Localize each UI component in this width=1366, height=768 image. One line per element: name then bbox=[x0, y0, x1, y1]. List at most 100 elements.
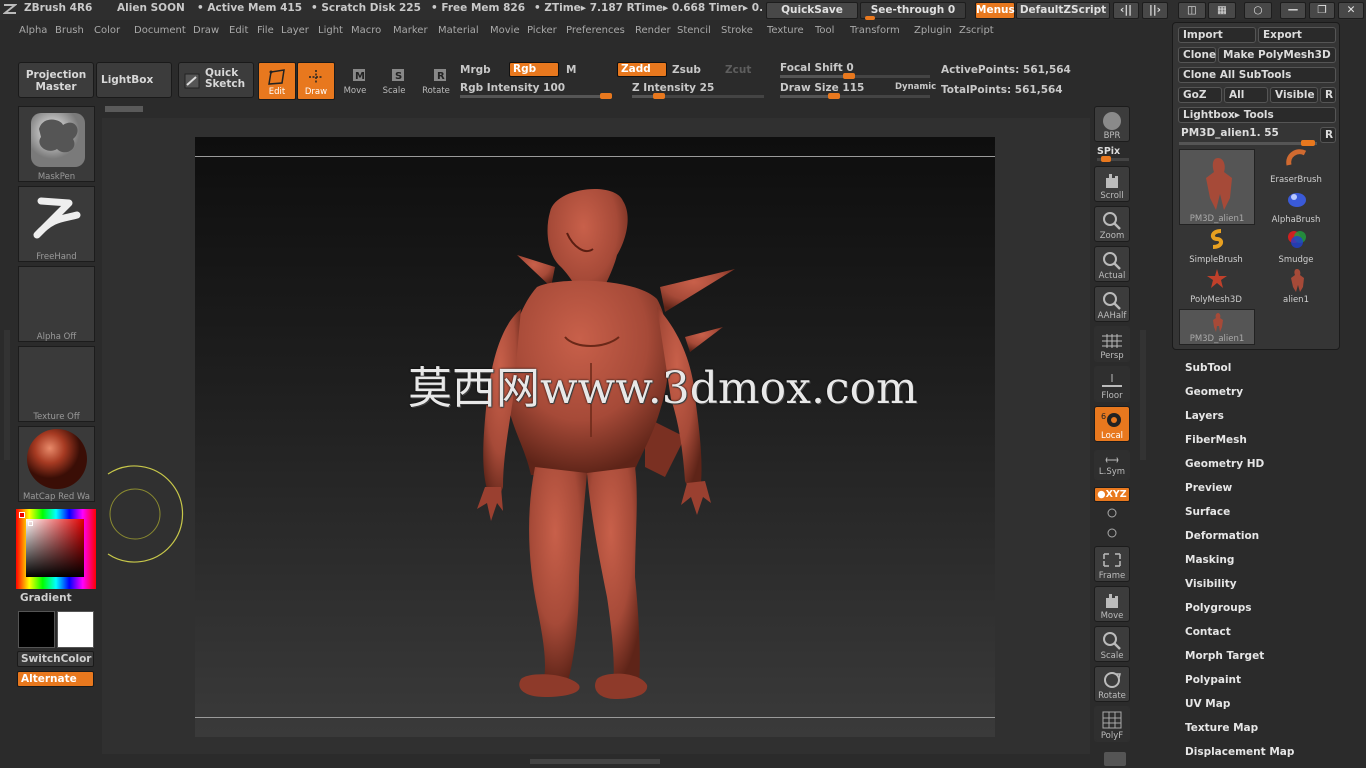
secondary-color-swatch[interactable] bbox=[57, 611, 94, 648]
zadd-toggle[interactable]: Zadd bbox=[617, 62, 667, 77]
actual-button[interactable]: Actual bbox=[1094, 246, 1130, 282]
z-intensity-knob[interactable] bbox=[653, 93, 665, 99]
edit-button[interactable]: Edit bbox=[258, 62, 296, 100]
tool-slider-knob[interactable] bbox=[1301, 140, 1315, 146]
tool-slot-smudge[interactable]: Smudge bbox=[1257, 227, 1335, 265]
submenu-visibility[interactable]: Visibility bbox=[1185, 578, 1237, 590]
menu-light[interactable]: Light bbox=[318, 25, 343, 36]
submenu-surface[interactable]: Surface bbox=[1185, 506, 1230, 518]
make-polymesh-button[interactable]: Make PolyMesh3D bbox=[1218, 47, 1336, 63]
submenu-uv-map[interactable]: UV Map bbox=[1185, 698, 1230, 710]
tool-slider[interactable] bbox=[1179, 140, 1317, 146]
move-view-button[interactable]: Move bbox=[1094, 586, 1130, 622]
color-value-marker[interactable] bbox=[28, 521, 33, 526]
alpha-selector[interactable]: Alpha Off bbox=[18, 266, 95, 342]
floor-button[interactable]: Floor bbox=[1094, 366, 1130, 402]
tool-slot-eraserbrush[interactable]: EraserBrush bbox=[1257, 147, 1335, 185]
aahalf-button[interactable]: AAHalf bbox=[1094, 286, 1130, 322]
submenu-layers[interactable]: Layers bbox=[1185, 410, 1224, 422]
tool-r-button[interactable]: R bbox=[1320, 127, 1336, 143]
menu-marker[interactable]: Marker bbox=[393, 25, 428, 36]
see-through-knob[interactable] bbox=[865, 16, 875, 20]
goz-button[interactable]: GoZ bbox=[1178, 87, 1222, 103]
draw-size-slider[interactable] bbox=[780, 93, 930, 99]
switchcolor-button[interactable]: SwitchColor bbox=[17, 651, 94, 667]
z-intensity-slider[interactable] bbox=[632, 93, 764, 99]
zcut-toggle[interactable]: Zcut bbox=[725, 64, 751, 76]
draw-button[interactable]: Draw bbox=[297, 62, 335, 100]
restore-icon[interactable]: ❐ bbox=[1309, 2, 1335, 19]
rotate-z-icon[interactable] bbox=[1104, 526, 1120, 540]
submenu-polygroups[interactable]: Polygroups bbox=[1185, 602, 1252, 614]
rgb-intensity-knob[interactable] bbox=[600, 93, 612, 99]
tray-handle[interactable] bbox=[105, 106, 143, 112]
scroll-left-icon[interactable]: ‹|| bbox=[1113, 2, 1139, 19]
focal-shift-slider[interactable] bbox=[780, 73, 930, 79]
menu-stencil[interactable]: Stencil bbox=[677, 25, 711, 36]
menu-texture[interactable]: Texture bbox=[767, 25, 804, 36]
submenu-fibermesh[interactable]: FiberMesh bbox=[1185, 434, 1247, 446]
tool-slot-polymesh3d[interactable]: PolyMesh3D bbox=[1177, 267, 1255, 305]
submenu-texture-map[interactable]: Texture Map bbox=[1185, 722, 1258, 734]
brush-selector[interactable]: MaskPen bbox=[18, 106, 95, 182]
tool-slot-alien1[interactable]: alien1 bbox=[1257, 267, 1335, 305]
menu-material[interactable]: Material bbox=[438, 25, 479, 36]
zsub-toggle[interactable]: Zsub bbox=[672, 64, 701, 76]
menu-draw[interactable]: Draw bbox=[193, 25, 219, 36]
layout-icon[interactable]: ◫ bbox=[1178, 2, 1206, 19]
menu-brush[interactable]: Brush bbox=[55, 25, 84, 36]
tool-slot-alphabrush[interactable]: AlphaBrush bbox=[1257, 187, 1335, 225]
right-tray-divider[interactable] bbox=[1140, 330, 1146, 460]
frame-button[interactable]: Frame bbox=[1094, 546, 1130, 582]
left-tray-divider[interactable] bbox=[4, 330, 10, 460]
menu-transform[interactable]: Transform bbox=[850, 25, 900, 36]
menu-tool[interactable]: Tool bbox=[815, 25, 834, 36]
spix-knob[interactable] bbox=[1101, 156, 1111, 162]
zoom-button[interactable]: Zoom bbox=[1094, 206, 1130, 242]
close-icon[interactable]: ✕ bbox=[1338, 2, 1364, 19]
menu-edit[interactable]: Edit bbox=[229, 25, 248, 36]
document-canvas[interactable] bbox=[195, 137, 995, 737]
menu-alpha[interactable]: Alpha bbox=[19, 25, 47, 36]
ui-layout-icon[interactable]: ▦ bbox=[1208, 2, 1236, 19]
submenu-contact[interactable]: Contact bbox=[1185, 626, 1231, 638]
submenu-geometry-hd[interactable]: Geometry HD bbox=[1185, 458, 1264, 470]
quick-sketch-button[interactable]: Quick Sketch bbox=[178, 62, 254, 98]
goz-visible-button[interactable]: Visible bbox=[1270, 87, 1318, 103]
stroke-selector[interactable]: FreeHand bbox=[18, 186, 95, 262]
lock-icon[interactable]: ○ bbox=[1244, 2, 1272, 19]
rgb-toggle[interactable]: Rgb bbox=[509, 62, 559, 77]
submenu-preview[interactable]: Preview bbox=[1185, 482, 1232, 494]
material-selector[interactable]: MatCap Red Wa bbox=[18, 426, 95, 502]
dynamic-toggle[interactable]: Dynamic bbox=[895, 82, 936, 92]
rotate-y-icon[interactable] bbox=[1104, 506, 1120, 520]
m-toggle[interactable]: M bbox=[566, 64, 576, 76]
polyf-button[interactable]: PolyF bbox=[1094, 706, 1130, 742]
menu-file[interactable]: File bbox=[257, 25, 274, 36]
see-through-slider[interactable]: See-through 0 bbox=[860, 2, 966, 20]
menu-picker[interactable]: Picker bbox=[527, 25, 557, 36]
scale-view-button[interactable]: Scale bbox=[1094, 626, 1130, 662]
mrgb-toggle[interactable]: Mrgb bbox=[460, 64, 491, 76]
submenu-masking[interactable]: Masking bbox=[1185, 554, 1234, 566]
tool-slot-pm3d-alien1[interactable]: PM3D_alien1 bbox=[1179, 149, 1255, 225]
default-zscript-button[interactable]: DefaultZScript bbox=[1016, 2, 1110, 19]
clone-button[interactable]: Clone bbox=[1178, 47, 1216, 63]
move-button[interactable]: M Move bbox=[336, 62, 374, 100]
submenu-displacement-map[interactable]: Displacement Map bbox=[1185, 746, 1294, 758]
clone-all-subtools-button[interactable]: Clone All SubTools bbox=[1178, 67, 1336, 83]
submenu-morph-target[interactable]: Morph Target bbox=[1185, 650, 1264, 662]
menu-movie[interactable]: Movie bbox=[490, 25, 520, 36]
submenu-geometry[interactable]: Geometry bbox=[1185, 386, 1243, 398]
submenu-polypaint[interactable]: Polypaint bbox=[1185, 674, 1241, 686]
alien-model[interactable] bbox=[195, 137, 995, 737]
bottom-tray-handle[interactable] bbox=[530, 759, 660, 764]
texture-selector[interactable]: Texture Off bbox=[18, 346, 95, 422]
tool-slot-pm3d-alien1-subtool[interactable]: PM3D_alien1 bbox=[1179, 309, 1255, 345]
scale-button[interactable]: S Scale bbox=[375, 62, 413, 100]
submenu-subtool[interactable]: SubTool bbox=[1185, 362, 1231, 374]
rgb-intensity-slider[interactable] bbox=[460, 93, 612, 99]
projection-master-button[interactable]: Projection Master bbox=[18, 62, 94, 98]
draw-size-knob[interactable] bbox=[828, 93, 840, 99]
lightbox-button[interactable]: LightBox bbox=[96, 62, 172, 98]
